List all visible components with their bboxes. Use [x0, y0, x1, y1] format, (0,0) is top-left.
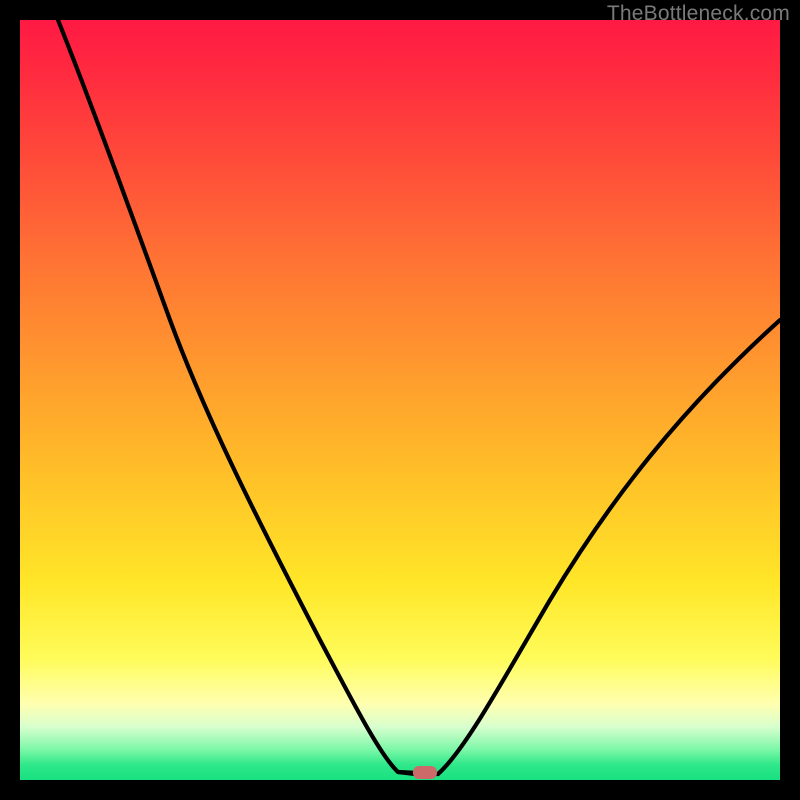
plot-area [20, 20, 780, 780]
watermark-text: TheBottleneck.com [607, 2, 790, 26]
bottleneck-curve [20, 20, 780, 780]
chart-frame: TheBottleneck.com [0, 0, 800, 800]
minimum-marker [413, 766, 437, 779]
